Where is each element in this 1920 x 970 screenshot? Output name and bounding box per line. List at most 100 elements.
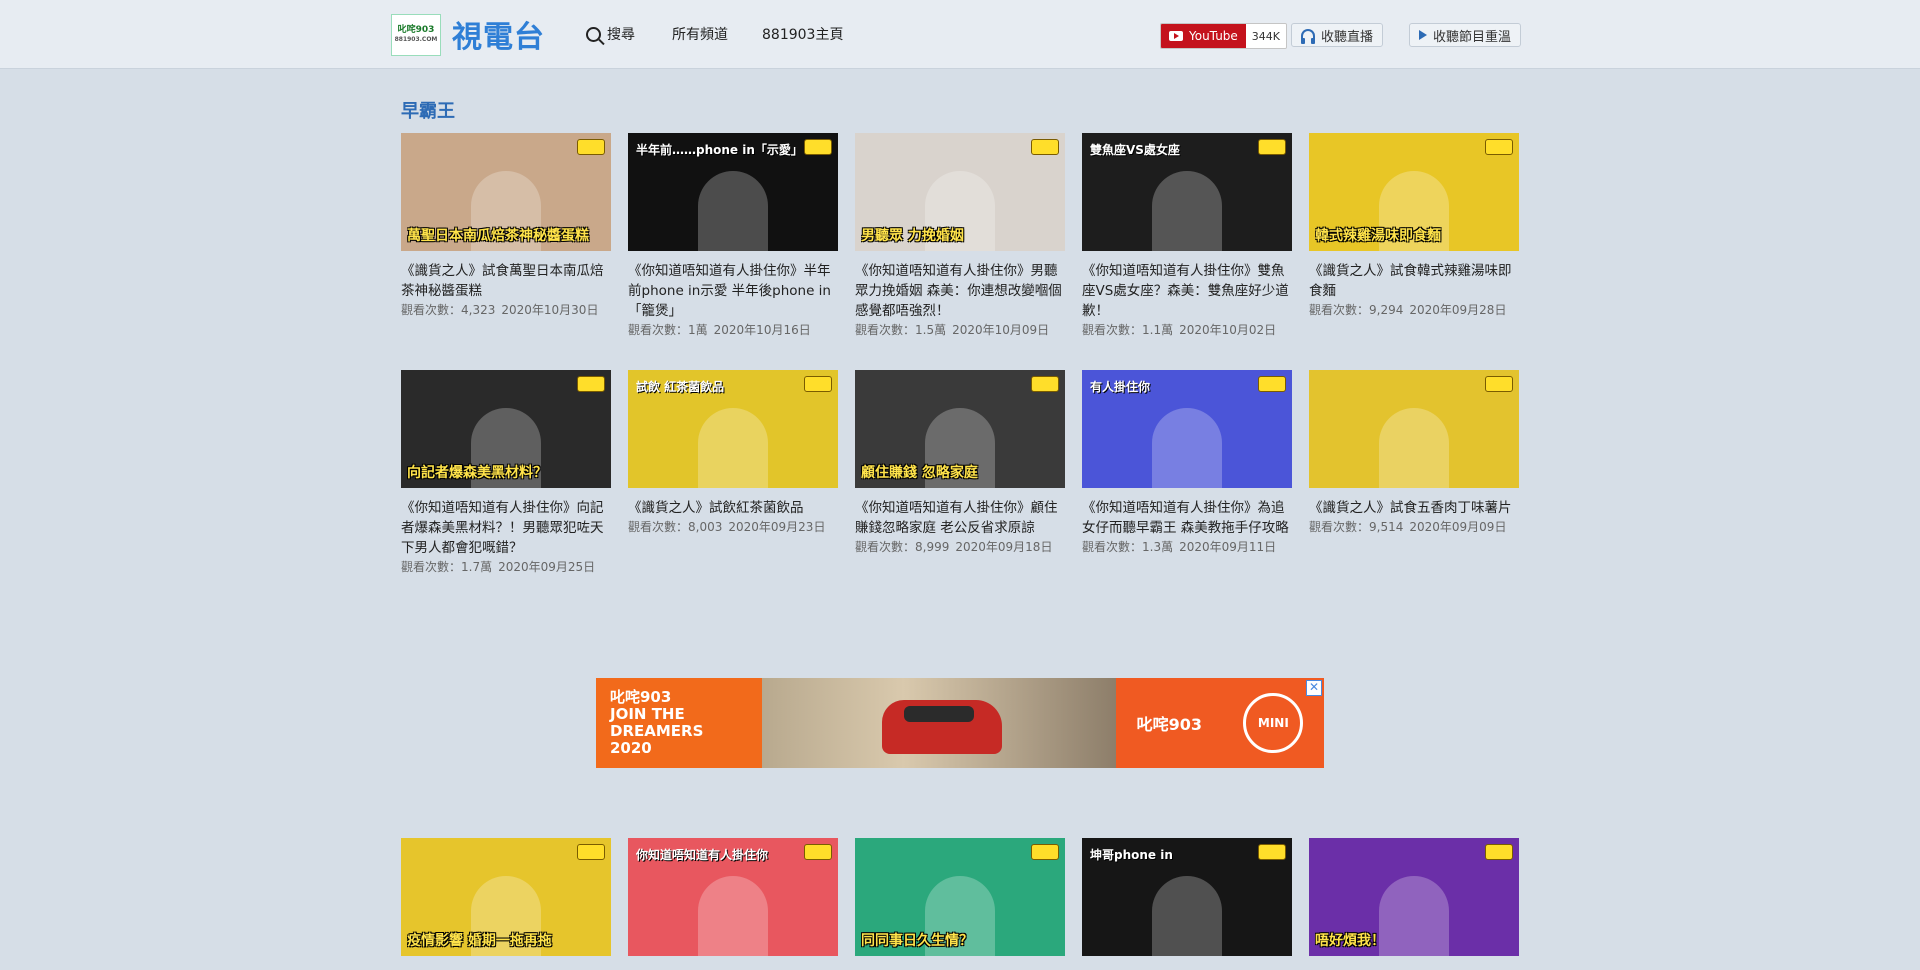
video-card[interactable]: 向記者爆森美黑材料？ 《你知道唔知道有人掛住你》向記者爆森美黑材料？！男聽眾犯咗天… <box>401 370 611 576</box>
video-card[interactable]: 你知道唔知道有人掛住你 <box>628 838 838 956</box>
video-card[interactable]: 雙魚座VS處女座《你知道唔知道有人掛住你》雙魚座VS處女座？森美：雙魚座好少道歉… <box>1082 133 1292 339</box>
video-meta: 觀看次數：1萬 2020年10月16日 <box>628 321 838 339</box>
thumbnail-caption: 疫情影響 婚期一拖再拖 <box>407 933 552 949</box>
listen-live-button[interactable]: 收聽直播 <box>1291 23 1384 47</box>
video-meta: 觀看次數：8,999 2020年09月18日 <box>855 538 1065 556</box>
view-count: 觀看次數：1.5萬 <box>855 323 947 337</box>
ad-close-icon[interactable]: ✕ <box>1306 680 1322 696</box>
video-card[interactable]: 同同事日久生情？ <box>855 838 1065 956</box>
view-count: 觀看次數：1萬 <box>628 323 708 337</box>
video-title[interactable]: 《識貨之人》試飲紅茶菌飲品 <box>628 498 838 518</box>
video-card[interactable]: 半年前……phone in「示愛」《你知道唔知道有人掛住你》半年前phone i… <box>628 133 838 339</box>
advertisement-banner[interactable]: 叱咤903 JOIN THE DREAMERS 2020 叱咤903 MINI … <box>596 678 1324 768</box>
video-meta: 觀看次數：1.3萬 2020年09月11日 <box>1082 538 1292 556</box>
video-thumbnail[interactable]: 向記者爆森美黑材料？ <box>401 370 611 488</box>
publish-date: 2020年10月09日 <box>952 323 1050 337</box>
thumbnail-caption: 男聽眾 力挽婚姻 <box>861 228 964 244</box>
thumbnail-caption: 試飲 紅茶菌飲品 <box>636 380 725 394</box>
youtube-label: YouTube <box>1189 29 1238 43</box>
video-meta: 觀看次數：9,294 2020年09月28日 <box>1309 301 1519 319</box>
video-thumbnail[interactable]: 男聽眾 力挽婚姻 <box>855 133 1065 251</box>
listen-replay-button[interactable]: 收聽節目重溫 <box>1409 23 1522 47</box>
video-card[interactable]: 男聽眾 力挽婚姻《你知道唔知道有人掛住你》男聽眾力挽婚姻 森美：你連想改變嗰個感… <box>855 133 1065 339</box>
view-count: 觀看次數：8,003 <box>628 520 723 534</box>
host-figure <box>698 876 768 956</box>
video-title[interactable]: 《你知道唔知道有人掛住你》半年前phone in示愛 半年後phone in「籠… <box>628 261 838 321</box>
video-title[interactable]: 《你知道唔知道有人掛住你》顧住賺錢忽略家庭 老公反省求原諒 <box>855 498 1065 538</box>
thumbnail-caption: 顧住賺錢 忽略家庭 <box>861 465 978 481</box>
thumbnail-caption: 雙魚座VS處女座 <box>1090 143 1180 157</box>
logo-text: 叱咤903 <box>397 25 435 35</box>
ad-left-panel: 叱咤903 JOIN THE DREAMERS 2020 <box>596 678 762 768</box>
youtube-button[interactable]: YouTube <box>1161 24 1246 48</box>
video-thumbnail[interactable]: 你知道唔知道有人掛住你 <box>628 838 838 956</box>
host-figure <box>698 171 768 251</box>
video-title[interactable]: 《識貨之人》試食萬聖日本南瓜焙茶神秘醬蛋糕 <box>401 261 611 301</box>
video-thumbnail[interactable]: 疫情影響 婚期一拖再拖 <box>401 838 611 956</box>
headphone-icon <box>1301 29 1315 44</box>
video-meta: 觀看次數：1.5萬 2020年10月09日 <box>855 321 1065 339</box>
program-logo-icon <box>577 844 605 860</box>
video-title[interactable]: 《你知道唔知道有人掛住你》男聽眾力挽婚姻 森美：你連想改變嗰個感覺都唔強烈！ <box>855 261 1065 321</box>
view-count: 觀看次數：1.1萬 <box>1082 323 1174 337</box>
site-title[interactable]: 視電台 <box>452 12 545 56</box>
video-card[interactable]: 疫情影響 婚期一拖再拖 <box>401 838 611 956</box>
logo-subtext: 881903.COM <box>394 36 438 43</box>
video-card[interactable]: 《識貨之人》試食五香肉丁味薯片 觀看次數：9,514 2020年09月09日 <box>1309 370 1519 536</box>
program-logo-icon <box>1485 376 1513 392</box>
video-card[interactable]: 韓式辣雞湯味即食麵《識貨之人》試食韓式辣雞湯味即食麵 觀看次數：9,294 2020… <box>1309 133 1519 319</box>
section-title[interactable]: 早霸王 <box>401 97 455 123</box>
video-meta: 觀看次數：9,514 2020年09月09日 <box>1309 518 1519 536</box>
video-title[interactable]: 《你知道唔知道有人掛住你》雙魚座VS處女座？森美：雙魚座好少道歉！ <box>1082 261 1292 321</box>
program-logo-icon <box>1485 139 1513 155</box>
thumbnail-caption: 你知道唔知道有人掛住你 <box>636 848 769 862</box>
video-meta: 觀看次數：1.1萬 2020年10月02日 <box>1082 321 1292 339</box>
publish-date: 2020年09月09日 <box>1409 520 1507 534</box>
program-logo-icon <box>577 139 605 155</box>
video-thumbnail[interactable]: 唔好煩我！ <box>1309 838 1519 956</box>
video-title[interactable]: 《你知道唔知道有人掛住你》向記者爆森美黑材料？！男聽眾犯咗天下男人都會犯嘅錯？ <box>401 498 611 558</box>
video-thumbnail[interactable] <box>1309 370 1519 488</box>
video-thumbnail[interactable]: 韓式辣雞湯味即食麵 <box>1309 133 1519 251</box>
publish-date: 2020年09月25日 <box>498 560 596 574</box>
search-icon <box>586 26 601 42</box>
ad-right-panel: 叱咤903 MINI <box>1116 678 1324 768</box>
video-card[interactable]: 顧住賺錢 忽略家庭《你知道唔知道有人掛住你》顧住賺錢忽略家庭 老公反省求原諒 觀看… <box>855 370 1065 556</box>
video-title[interactable]: 《識貨之人》試食韓式辣雞湯味即食麵 <box>1309 261 1519 301</box>
search-button[interactable]: 搜尋 <box>586 24 635 44</box>
publish-date: 2020年10月30日 <box>501 303 599 317</box>
ad-text: JOIN THE <box>610 705 685 723</box>
video-thumbnail[interactable]: 顧住賺錢 忽略家庭 <box>855 370 1065 488</box>
video-title[interactable]: 《識貨之人》試食五香肉丁味薯片 <box>1309 498 1519 518</box>
youtube-subscribe[interactable]: YouTube 344K <box>1160 23 1288 49</box>
video-meta: 觀看次數：8,003 2020年09月23日 <box>628 518 838 536</box>
all-channels-link[interactable]: 所有頻道 <box>672 24 728 44</box>
video-card[interactable]: 有人掛住你 《你知道唔知道有人掛住你》為追女仔而聽早霸王 森美教拖手仔攻略 觀看次數… <box>1082 370 1292 556</box>
thumbnail-caption: 坤哥phone in <box>1090 848 1173 862</box>
host-figure <box>1152 876 1222 956</box>
video-thumbnail[interactable]: 萬聖日本南瓜焙茶神秘醬蛋糕 <box>401 133 611 251</box>
video-thumbnail[interactable]: 半年前……phone in「示愛」 <box>628 133 838 251</box>
video-card[interactable]: 唔好煩我！ <box>1309 838 1519 956</box>
program-logo-icon <box>1031 139 1059 155</box>
site-logo[interactable]: 叱咤903 881903.COM <box>391 14 441 56</box>
view-count: 觀看次數：1.7萬 <box>401 560 493 574</box>
video-card[interactable]: 試飲 紅茶菌飲品《識貨之人》試飲紅茶菌飲品 觀看次數：8,003 2020年09月2… <box>628 370 838 536</box>
video-thumbnail[interactable]: 同同事日久生情？ <box>855 838 1065 956</box>
video-card[interactable]: 坤哥phone in <box>1082 838 1292 956</box>
host-figure <box>1152 408 1222 488</box>
video-thumbnail[interactable]: 坤哥phone in <box>1082 838 1292 956</box>
host-figure <box>1152 171 1222 251</box>
video-thumbnail[interactable]: 有人掛住你 <box>1082 370 1292 488</box>
video-thumbnail[interactable]: 雙魚座VS處女座 <box>1082 133 1292 251</box>
program-logo-icon <box>1031 376 1059 392</box>
home-link[interactable]: 881903主頁 <box>762 24 843 44</box>
ad-brand-logo: 叱咤903 <box>1136 715 1203 734</box>
video-thumbnail[interactable]: 試飲 紅茶菌飲品 <box>628 370 838 488</box>
thumbnail-caption: 有人掛住你 <box>1090 380 1151 394</box>
youtube-subscriber-count: 344K <box>1245 24 1287 48</box>
video-meta: 觀看次數：4,323 2020年10月30日 <box>401 301 611 319</box>
video-card[interactable]: 萬聖日本南瓜焙茶神秘醬蛋糕《識貨之人》試食萬聖日本南瓜焙茶神秘醬蛋糕 觀看次數：4… <box>401 133 611 319</box>
video-title[interactable]: 《你知道唔知道有人掛住你》為追女仔而聽早霸王 森美教拖手仔攻略 <box>1082 498 1292 538</box>
view-count: 觀看次數：1.3萬 <box>1082 540 1174 554</box>
